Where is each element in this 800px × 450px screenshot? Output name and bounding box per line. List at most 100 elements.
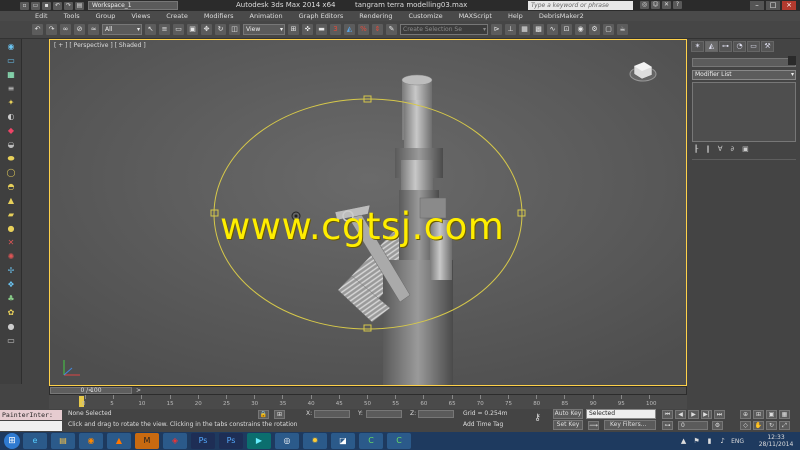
pin-stack-button[interactable]: ┠ (694, 145, 698, 153)
modifier-stack[interactable] (692, 82, 796, 142)
close-button[interactable]: × (782, 1, 796, 10)
go-to-start-icon[interactable]: ⏮ (662, 410, 673, 419)
rect-select-icon[interactable]: ▭ (173, 24, 184, 35)
spacewarp-icon[interactable]: ✕ (4, 237, 18, 248)
minimize-button[interactable]: – (750, 1, 764, 10)
maxscript-listener[interactable]: PainterInter: (0, 410, 62, 420)
reference-coordinate-dropdown[interactable]: View (243, 24, 285, 35)
selection-filter-dropdown[interactable]: All (102, 24, 142, 35)
start-button[interactable]: ⊞ (4, 433, 20, 449)
camera-icon[interactable]: ◐ (4, 111, 18, 122)
key-mode-toggle-icon[interactable]: ⊶ (662, 421, 673, 430)
menu-rendering[interactable]: Rendering (359, 12, 392, 20)
zoom-extents-all-icon[interactable]: ▦ (779, 410, 790, 419)
extra2-icon[interactable]: ▭ (4, 335, 18, 346)
network-icon[interactable]: ▮ (705, 437, 714, 446)
x-coord-field[interactable] (314, 410, 350, 418)
edit-named-icon[interactable]: ✎ (386, 24, 397, 35)
biped-icon[interactable]: ✿ (4, 307, 18, 318)
3dsmax-red-icon[interactable]: ◈ (163, 433, 187, 449)
helper-icon[interactable]: ◆ (4, 125, 18, 136)
track-bar[interactable]: 0 5 10 15 20 25 30 35 40 45 50 55 60 65 70 75 80 85 90 95 10… (49, 395, 687, 409)
undo-icon[interactable]: ↶ (53, 1, 62, 10)
viewport-label[interactable]: [ + ] [ Perspective ] [ Shaded ] (54, 42, 146, 49)
link-icon[interactable]: ∞ (60, 24, 71, 35)
exchange-icon[interactable]: ✕ (662, 1, 671, 9)
plane-icon[interactable]: ▰ (4, 209, 18, 220)
pan-icon[interactable]: ✋ (753, 421, 764, 430)
key-mode-dropdown[interactable]: Selected (586, 409, 656, 419)
zoom-extents-icon[interactable]: ▣ (766, 410, 777, 419)
redo-icon[interactable]: ↷ (46, 24, 57, 35)
bind-icon[interactable]: ≈ (88, 24, 99, 35)
default-in-out-icon[interactable]: ⟿ (588, 421, 599, 430)
compound-icon[interactable]: ❖ (4, 279, 18, 290)
key-icon[interactable]: ⚷ (532, 414, 543, 424)
maxscript-output[interactable] (0, 421, 62, 431)
schematic-icon[interactable]: ⊡ (561, 24, 572, 35)
menu-tools[interactable]: Tools (64, 12, 80, 20)
next-frame-arrow[interactable]: > (136, 387, 141, 394)
graphite-icon[interactable]: ▩ (533, 24, 544, 35)
pivot-icon[interactable]: ⊞ (288, 24, 299, 35)
rotate-icon[interactable]: ↻ (215, 24, 226, 35)
percent-snap-icon[interactable]: % (358, 24, 369, 35)
clock[interactable]: 12:33 28/11/2014 (756, 434, 796, 448)
menu-maxscript[interactable]: MAXScript (459, 12, 492, 20)
prev-frame-arrow[interactable]: < (88, 387, 93, 394)
menu-customize[interactable]: Customize (408, 12, 442, 20)
modifier-list-dropdown[interactable]: Modifier List (692, 70, 796, 80)
snap-3-icon[interactable]: 3 (330, 24, 341, 35)
menu-graph-editors[interactable]: Graph Editors (299, 12, 344, 20)
zoom-icon[interactable]: ⊕ (740, 410, 751, 419)
shape-icon[interactable]: ◒ (4, 139, 18, 150)
torus-icon[interactable]: ◯ (4, 167, 18, 178)
display-tab-icon[interactable]: ▭ (747, 41, 760, 52)
3dsmax-icon[interactable]: ▶ (247, 433, 271, 449)
utilities-tab-icon[interactable]: ⚒ (761, 41, 774, 52)
object-color-swatch[interactable] (788, 56, 796, 65)
render-setup-icon[interactable]: ⚙ (589, 24, 600, 35)
search-input[interactable]: Type a keyword or phrase (528, 1, 633, 10)
volume-icon[interactable]: ♪ (718, 437, 727, 446)
paint-icon[interactable]: ✹ (303, 433, 327, 449)
camtasia2-icon[interactable]: C (387, 433, 411, 449)
geosphere-icon[interactable]: ● (4, 223, 18, 234)
modify-tab-icon[interactable]: ◭ (705, 41, 718, 52)
absolute-mode-icon[interactable]: ⊞ (274, 410, 285, 419)
configure-sets-button[interactable]: ▣ (742, 145, 749, 153)
menu-views[interactable]: Views (131, 12, 150, 20)
hierarchy-tab-icon[interactable]: ⊶ (719, 41, 732, 52)
keyboard-shortcut-icon[interactable]: ▬ (316, 24, 327, 35)
help-icon[interactable]: ? (673, 1, 682, 9)
time-slider[interactable]: 0 / 100 < > (49, 386, 687, 395)
flag-icon[interactable]: ⚑ (692, 437, 701, 446)
unlink-icon[interactable]: ⊘ (74, 24, 85, 35)
align-icon[interactable]: ⊥ (505, 24, 516, 35)
photoshop-icon[interactable]: Ps (191, 433, 215, 449)
app2-icon[interactable]: ◪ (331, 433, 355, 449)
extra-icon[interactable]: ● (4, 321, 18, 332)
new-file-icon[interactable]: ▫ (20, 1, 29, 10)
camtasia-icon[interactable]: C (359, 433, 383, 449)
lock-selection-icon[interactable]: 🔒 (258, 410, 269, 419)
perspective-viewport[interactable]: [ + ] [ Perspective ] [ Shaded ] www.cgt… (49, 39, 687, 386)
maximize-button[interactable]: □ (766, 1, 780, 10)
menu-edit[interactable]: Edit (35, 12, 48, 20)
open-file-icon[interactable]: ▭ (31, 1, 40, 10)
make-unique-button[interactable]: ∀ (718, 145, 723, 153)
render-icon[interactable]: ☕ (617, 24, 628, 35)
time-config-icon[interactable]: ⚙ (712, 421, 723, 430)
eye-icon[interactable]: ◉ (4, 41, 18, 52)
menu-animation[interactable]: Animation (250, 12, 283, 20)
rendered-frame-icon[interactable]: ▢ (603, 24, 614, 35)
menu-debrismaker2[interactable]: DebrisMaker2 (539, 12, 584, 20)
y-coord-field[interactable] (366, 410, 402, 418)
cone-icon[interactable]: ▲ (4, 195, 18, 206)
window-crossing-icon[interactable]: ▣ (187, 24, 198, 35)
foliage-icon[interactable]: ♣ (4, 293, 18, 304)
ie-icon[interactable]: e (23, 433, 47, 449)
go-to-end-icon[interactable]: ⏭ (714, 410, 725, 419)
set-key-button[interactable]: Set Key (553, 420, 583, 430)
play-icon[interactable]: ▶ (688, 410, 699, 419)
